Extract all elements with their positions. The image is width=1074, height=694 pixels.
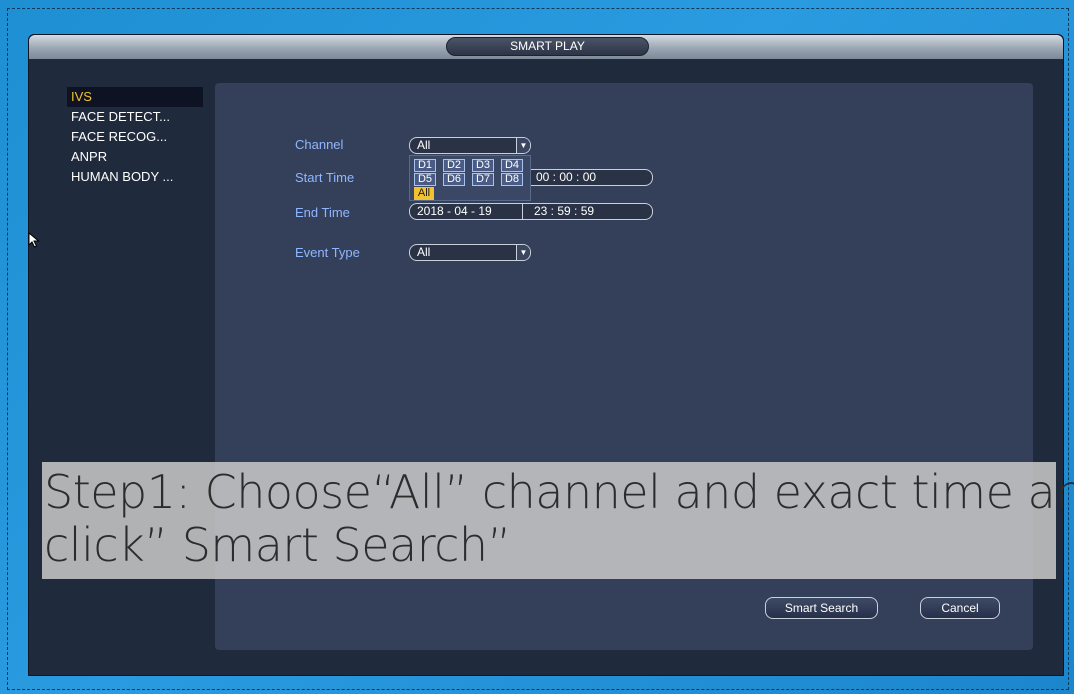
instruction-line-1: Step1: Choose“All” channel and exact tim… — [44, 465, 1074, 519]
window-title: SMART PLAY — [446, 37, 649, 56]
instruction-overlay: Step1: Choose“All” channel and exact tim… — [42, 462, 1074, 579]
smart-search-button[interactable]: Smart Search — [765, 597, 878, 619]
end-date-value[interactable]: 2018 - 04 - 19 — [417, 204, 492, 218]
chevron-down-icon[interactable]: ▼ — [516, 138, 530, 153]
chevron-down-icon[interactable]: ▼ — [516, 245, 530, 260]
smart-play-window: SMART PLAY IVS FACE DETECT... FACE RECOG… — [28, 34, 1064, 676]
title-bar: SMART PLAY — [29, 35, 1063, 59]
channel-option-d8[interactable]: D8 — [501, 173, 523, 186]
start-time-value[interactable]: 00 : 00 : 00 — [536, 170, 596, 185]
sidebar-item-ivs[interactable]: IVS — [67, 87, 203, 107]
channel-label: Channel — [295, 137, 344, 152]
start-time-label: Start Time — [295, 170, 355, 185]
channel-options-list: D1 D2 D3 D4 D5 D6 D7 D8 All — [409, 155, 531, 201]
sidebar-item-anpr[interactable]: ANPR — [67, 147, 203, 167]
mouse-cursor-icon — [28, 232, 40, 248]
sidebar-item-face-recog[interactable]: FACE RECOG... — [67, 127, 203, 147]
sidebar-item-human-body[interactable]: HUMAN BODY ... — [67, 167, 203, 187]
channel-value: All — [417, 138, 431, 152]
cancel-button[interactable]: Cancel — [920, 597, 1000, 619]
channel-option-d3[interactable]: D3 — [472, 159, 494, 172]
channel-option-d7[interactable]: D7 — [472, 173, 494, 186]
end-time-label: End Time — [295, 205, 350, 220]
channel-option-d2[interactable]: D2 — [443, 159, 465, 172]
event-type-label: Event Type — [295, 245, 360, 260]
sidebar: IVS FACE DETECT... FACE RECOG... ANPR HU… — [67, 87, 203, 187]
channel-option-d6[interactable]: D6 — [443, 173, 465, 186]
channel-option-d1[interactable]: D1 — [414, 159, 436, 172]
event-type-dropdown[interactable]: All ▼ — [409, 244, 531, 261]
end-time-value[interactable]: 23 : 59 : 59 — [534, 204, 594, 219]
channel-option-d5[interactable]: D5 — [414, 173, 436, 186]
date-time-separator — [522, 203, 523, 220]
instruction-line-2: click” Smart Search” — [44, 518, 511, 572]
sidebar-item-face-detect[interactable]: FACE DETECT... — [67, 107, 203, 127]
channel-dropdown[interactable]: All ▼ — [409, 137, 531, 154]
channel-option-d4[interactable]: D4 — [501, 159, 523, 172]
end-time-field[interactable]: 2018 - 04 - 19 23 : 59 : 59 — [409, 203, 653, 220]
event-type-value: All — [417, 245, 431, 259]
channel-option-all[interactable]: All — [414, 187, 434, 200]
